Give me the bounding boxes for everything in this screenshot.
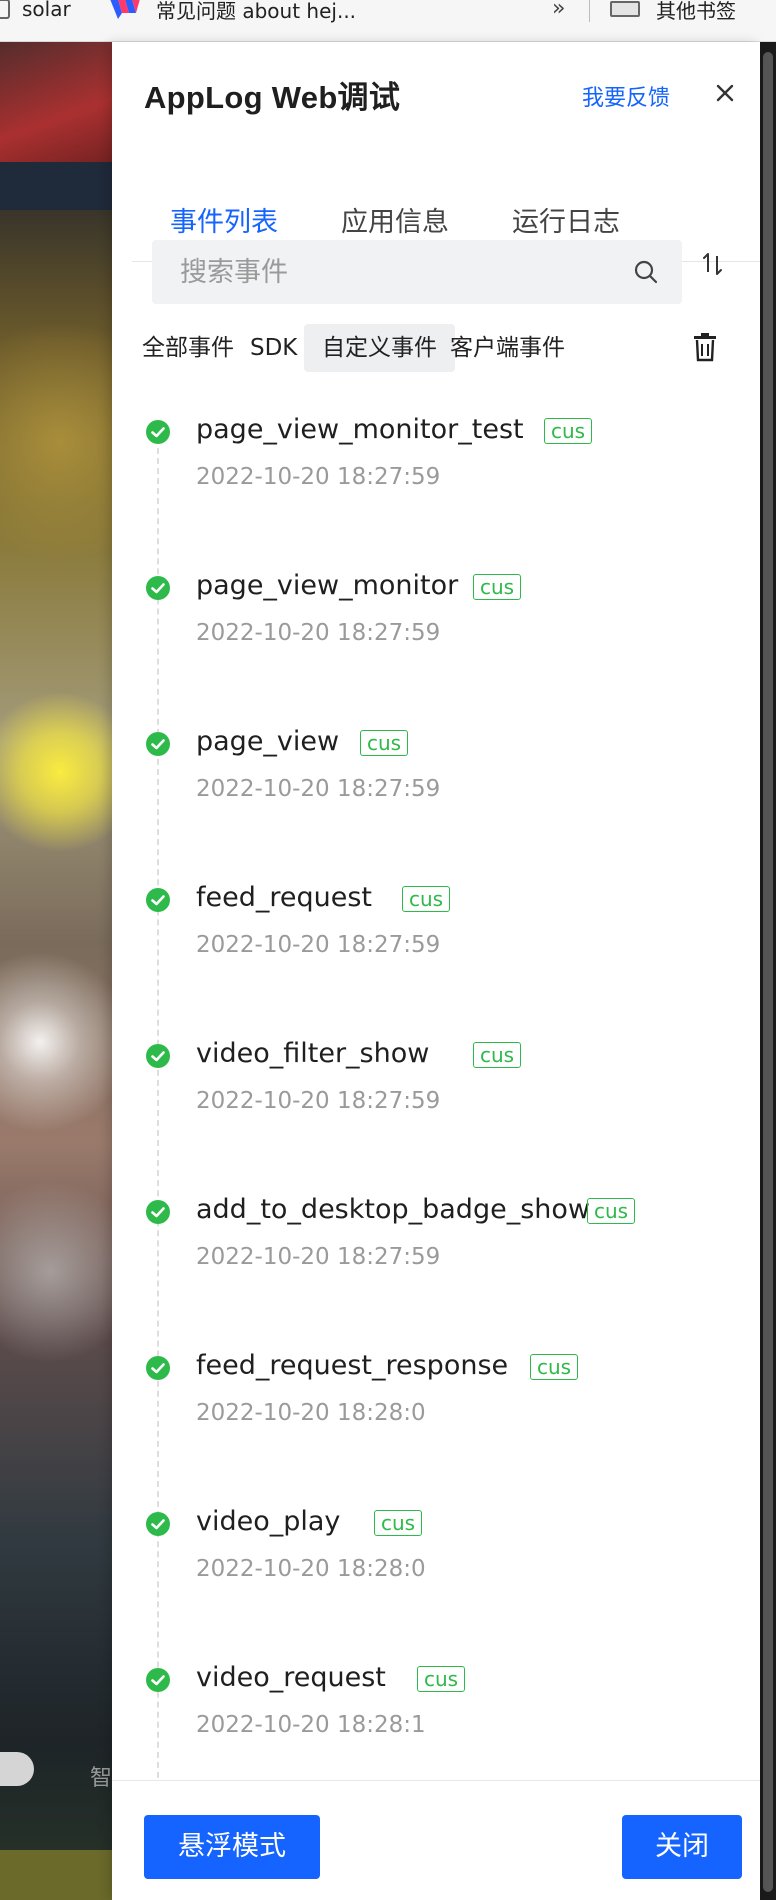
chevron-double-right-icon[interactable]: » xyxy=(552,0,565,21)
event-type-badge: cus xyxy=(544,418,593,444)
success-check-icon xyxy=(146,1044,170,1068)
event-timestamp: 2022-10-20 18:27:59 xyxy=(196,464,441,490)
event-name: page_view_monitor xyxy=(196,570,459,601)
success-check-icon xyxy=(146,732,170,756)
event-type-badge: cus xyxy=(473,574,522,600)
panel-footer: 悬浮模式 关闭 xyxy=(112,1780,760,1900)
panel-title: AppLog Web调试 xyxy=(144,80,401,115)
success-check-icon xyxy=(146,1512,170,1536)
bookmark-solar[interactable]: solar xyxy=(0,0,71,21)
event-name: feed_request_response xyxy=(196,1350,509,1381)
close-button[interactable]: 关闭 xyxy=(622,1815,742,1879)
background-banner xyxy=(0,42,120,162)
float-mode-button[interactable]: 悬浮模式 xyxy=(144,1815,320,1879)
background-strip xyxy=(0,162,120,210)
bookmark-page-icon xyxy=(0,0,10,19)
event-timestamp: 2022-10-20 18:27:59 xyxy=(196,932,441,958)
search-icon[interactable] xyxy=(632,258,660,286)
background-toggle xyxy=(0,1752,34,1786)
success-check-icon xyxy=(146,888,170,912)
filter-client-events[interactable]: 客户端事件 xyxy=(432,324,583,372)
bookmark-label: 其他书签 xyxy=(656,0,736,23)
bookmark-other[interactable]: 其他书签 xyxy=(610,0,736,23)
event-filters: 全部事件 SDK 自定义事件 客户端事件 xyxy=(112,324,760,374)
event-list: page_view_monitor_test cus 2022-10-20 18:2… xyxy=(112,410,760,1800)
success-check-icon xyxy=(146,1200,170,1224)
event-timestamp: 2022-10-20 18:27:59 xyxy=(196,1088,441,1114)
event-type-badge: cus xyxy=(473,1042,522,1068)
search-input[interactable] xyxy=(180,256,610,288)
page-scrollbar[interactable] xyxy=(760,42,776,1900)
success-check-icon xyxy=(146,576,170,600)
event-timestamp: 2022-10-20 18:28:1 xyxy=(196,1712,426,1738)
bookmarks-bar: solar 常见问题 about hej... » 其他书签 xyxy=(0,0,776,42)
bookmark-faq[interactable]: 常见问题 about hej... xyxy=(110,0,356,23)
bookmark-label: solar xyxy=(22,0,71,21)
background-footer xyxy=(0,1850,120,1900)
event-item[interactable]: add_to_desktop_badge_show cus 2022-10-20 1… xyxy=(112,1190,760,1346)
event-name: page_view_monitor_test xyxy=(196,414,524,445)
panel-header: AppLog Web调试 我要反馈 xyxy=(112,42,760,115)
event-name: video_play xyxy=(196,1506,341,1537)
event-item[interactable]: video_filter_show cus 2022-10-20 18:27:59 xyxy=(112,1034,760,1190)
event-timestamp: 2022-10-20 18:28:0 xyxy=(196,1556,426,1582)
trash-icon[interactable] xyxy=(692,332,718,362)
event-name: video_filter_show xyxy=(196,1038,430,1069)
event-item[interactable]: video_request cus 2022-10-20 18:28:1 xyxy=(112,1658,760,1800)
event-item[interactable]: feed_request_response cus 2022-10-20 18:28… xyxy=(112,1346,760,1502)
event-item[interactable]: video_play cus 2022-10-20 18:28:0 xyxy=(112,1502,760,1658)
event-timestamp: 2022-10-20 18:27:59 xyxy=(196,620,441,646)
success-check-icon xyxy=(146,420,170,444)
event-timestamp: 2022-10-20 18:27:59 xyxy=(196,1244,441,1270)
event-name: feed_request xyxy=(196,882,373,913)
event-type-badge: cus xyxy=(530,1354,579,1380)
bookmark-label: 常见问题 about hej... xyxy=(156,0,357,23)
event-type-badge: cus xyxy=(417,1666,466,1692)
event-name: add_to_desktop_badge_show xyxy=(196,1194,590,1225)
folder-icon xyxy=(610,1,640,17)
event-type-badge: cus xyxy=(587,1198,636,1224)
bookmarks-divider xyxy=(589,0,590,22)
sort-icon[interactable] xyxy=(702,250,724,278)
event-name: video_request xyxy=(196,1662,386,1693)
event-type-badge: cus xyxy=(402,886,451,912)
search-box[interactable] xyxy=(152,240,682,304)
tab-app-info[interactable]: 应用信息 xyxy=(341,200,449,239)
event-timestamp: 2022-10-20 18:28:0 xyxy=(196,1400,426,1426)
tab-run-log[interactable]: 运行日志 xyxy=(512,200,620,239)
close-icon[interactable] xyxy=(710,78,740,108)
success-check-icon xyxy=(146,1668,170,1692)
event-type-badge: cus xyxy=(360,730,409,756)
success-check-icon xyxy=(146,1356,170,1380)
event-name: page_view xyxy=(196,726,340,757)
event-item[interactable]: page_view_monitor_test cus 2022-10-20 18:2… xyxy=(112,410,760,566)
event-type-badge: cus xyxy=(374,1510,423,1536)
background-text: 智 xyxy=(90,1766,113,1791)
scrollbar-thumb[interactable] xyxy=(763,52,773,1892)
event-item[interactable]: feed_request cus 2022-10-20 18:27:59 xyxy=(112,878,760,1034)
site-logo-icon xyxy=(110,0,140,19)
feedback-link[interactable]: 我要反馈 xyxy=(582,80,670,112)
applog-debug-panel: AppLog Web调试 我要反馈 事件列表 应用信息 运行日志 全部事件 SD… xyxy=(112,42,760,1900)
tab-event-list[interactable]: 事件列表 xyxy=(170,200,278,239)
event-item[interactable]: page_view_monitor cus 2022-10-20 18:27:59 xyxy=(112,566,760,722)
filter-sdk[interactable]: SDK xyxy=(232,324,315,372)
event-timestamp: 2022-10-20 18:27:59 xyxy=(196,776,441,802)
event-item[interactable]: page_view cus 2022-10-20 18:27:59 xyxy=(112,722,760,878)
